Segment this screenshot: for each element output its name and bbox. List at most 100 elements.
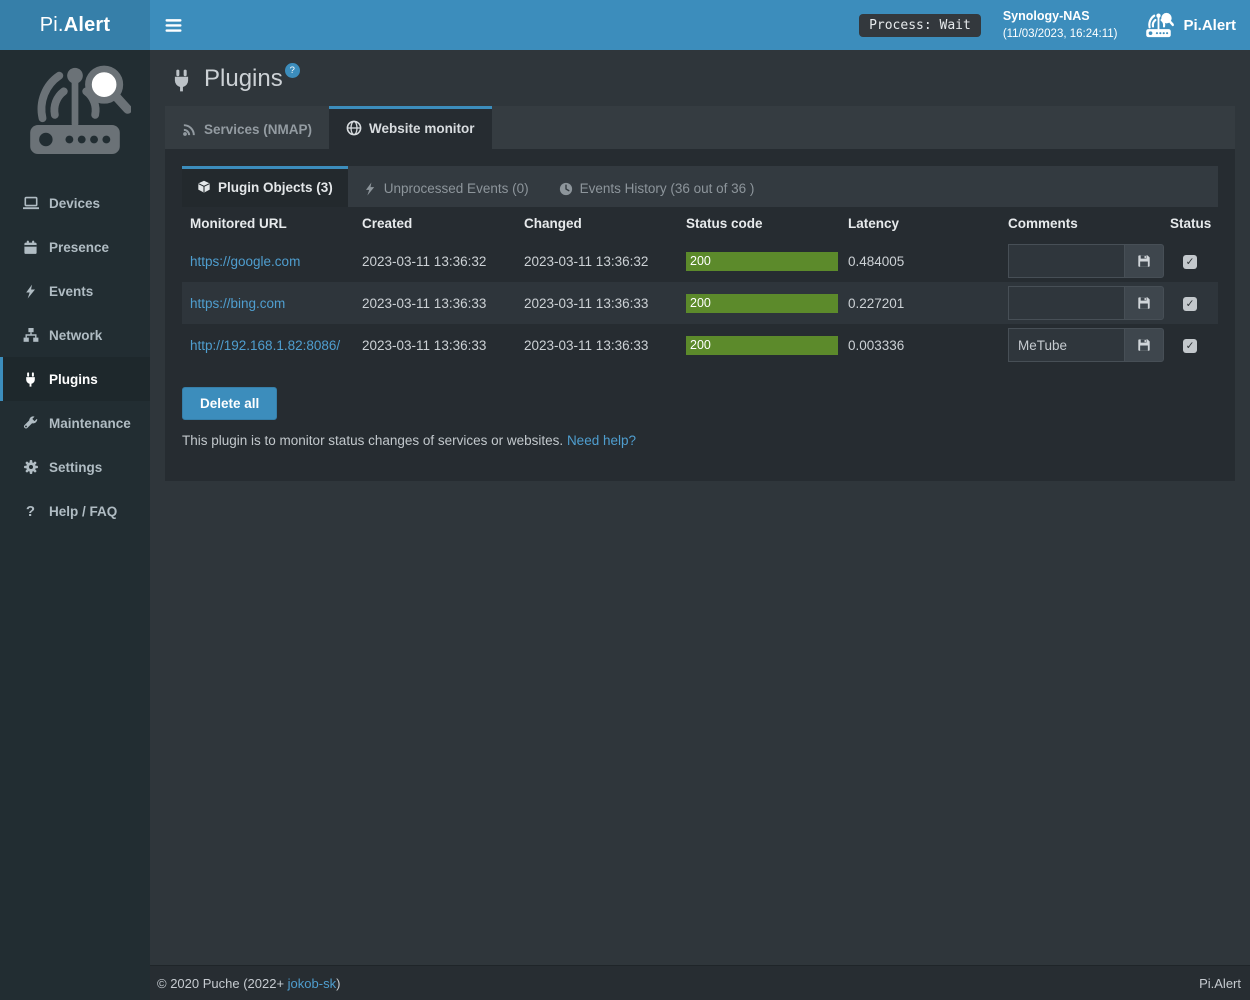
sidebar-item-label: Network xyxy=(49,328,102,343)
col-header-status: Status xyxy=(1162,207,1218,240)
help-badge[interactable]: ? xyxy=(285,63,300,78)
created-timestamp: 2023-03-11 13:36:32 xyxy=(354,240,516,282)
col-header-latency: Latency xyxy=(840,207,1000,240)
router-scan-logo-icon xyxy=(19,62,131,161)
status-checkbox[interactable] xyxy=(1183,255,1197,269)
save-comment-button[interactable] xyxy=(1124,328,1164,362)
sidebar: Devices Presence Events Network Plugins … xyxy=(0,50,150,1000)
col-header-changed: Changed xyxy=(516,207,678,240)
latency-value: 0.484005 xyxy=(840,240,1000,282)
sidebar-toggle-button[interactable] xyxy=(150,0,196,50)
plugin-description-text: This plugin is to monitor status changes… xyxy=(182,433,563,448)
website-monitor-panel: Plugin Objects (3) Unprocessed Events (0… xyxy=(165,149,1235,481)
status-checkbox[interactable] xyxy=(1183,297,1197,311)
copyright-prefix: © 2020 Puche (2022+ xyxy=(157,976,288,991)
sidebar-item-label: Devices xyxy=(49,196,100,211)
col-header-created: Created xyxy=(354,207,516,240)
need-help-link[interactable]: Need help? xyxy=(567,433,636,448)
process-status-badge: Process: Wait xyxy=(859,14,981,37)
bolt-icon xyxy=(363,182,377,196)
tab-website-monitor[interactable]: Website monitor xyxy=(329,106,492,149)
tab-services-nmap[interactable]: Services (NMAP) xyxy=(165,106,329,149)
sidebar-menu: Devices Presence Events Network Plugins … xyxy=(0,181,150,533)
comment-input[interactable] xyxy=(1008,286,1124,320)
sidebar-logo xyxy=(0,50,150,167)
comment-input[interactable] xyxy=(1008,244,1124,278)
brand-prefix: Pi. xyxy=(40,14,64,37)
changed-timestamp: 2023-03-11 13:36:33 xyxy=(516,324,678,366)
hamburger-icon xyxy=(165,18,182,33)
monitored-url-link[interactable]: https://google.com xyxy=(190,254,300,269)
table-row: https://google.com 2023-03-11 13:36:32 2… xyxy=(182,240,1218,282)
copyright-text: © 2020 Puche (2022+ jokob-sk) xyxy=(157,976,340,991)
jokob-sk-link[interactable]: jokob-sk xyxy=(288,976,336,991)
copyright-suffix: ) xyxy=(336,976,340,991)
sidebar-item-label: Plugins xyxy=(49,372,98,387)
plug-icon xyxy=(170,69,193,92)
sidebar-item-label: Presence xyxy=(49,240,109,255)
tab-plugin-objects[interactable]: Plugin Objects (3) xyxy=(182,166,348,207)
comment-input-group xyxy=(1008,244,1164,278)
sidebar-item-label: Maintenance xyxy=(49,416,131,431)
floppy-icon xyxy=(1137,296,1151,310)
sidebar-item-settings[interactable]: Settings xyxy=(0,445,150,489)
sidebar-item-devices[interactable]: Devices xyxy=(0,181,150,225)
plugin-tabs: Services (NMAP) Website monitor xyxy=(165,106,1235,149)
footer-app-name: Pi.Alert xyxy=(1199,976,1241,991)
save-comment-button[interactable] xyxy=(1124,286,1164,320)
sidebar-item-maintenance[interactable]: Maintenance xyxy=(0,401,150,445)
calendar-icon xyxy=(22,239,39,256)
status-checkbox[interactable] xyxy=(1183,339,1197,353)
comment-input-group xyxy=(1008,286,1164,320)
delete-all-button[interactable]: Delete all xyxy=(182,387,277,420)
floppy-icon xyxy=(1137,254,1151,268)
sidebar-item-presence[interactable]: Presence xyxy=(0,225,150,269)
created-timestamp: 2023-03-11 13:36:33 xyxy=(354,282,516,324)
floppy-icon xyxy=(1137,338,1151,352)
page-title: Plugins xyxy=(204,65,283,92)
table-row: https://bing.com 2023-03-11 13:36:33 202… xyxy=(182,282,1218,324)
status-code-bar: 200 xyxy=(686,252,838,271)
col-header-comments: Comments xyxy=(1000,207,1162,240)
monitored-url-link[interactable]: https://bing.com xyxy=(190,296,285,311)
save-comment-button[interactable] xyxy=(1124,244,1164,278)
sidebar-item-network[interactable]: Network xyxy=(0,313,150,357)
main-content: Plugins? Services (NMAP) Website monitor… xyxy=(150,50,1250,965)
comment-input-group xyxy=(1008,328,1164,362)
pialert-app: Pi.Alert Process: Wait Synology-NAS (11/… xyxy=(0,0,1250,1000)
sidebar-item-events[interactable]: Events xyxy=(0,269,150,313)
sitemap-icon xyxy=(22,327,39,344)
navbar-app-name: Pi.Alert xyxy=(1183,17,1236,34)
wrench-icon xyxy=(22,415,39,432)
navbar-app-identity: Pi.Alert xyxy=(1143,12,1250,39)
nmap-scan-icon xyxy=(182,122,197,137)
tab-label: Services (NMAP) xyxy=(204,122,312,137)
device-info: Synology-NAS (11/03/2023, 16:24:11) xyxy=(1003,8,1118,42)
monitored-url-link[interactable]: http://192.168.1.82:8086/ xyxy=(190,338,340,353)
table-row: http://192.168.1.82:8086/ 2023-03-11 13:… xyxy=(182,324,1218,366)
plugin-section-tabs: Plugin Objects (3) Unprocessed Events (0… xyxy=(182,166,1218,207)
device-name: Synology-NAS xyxy=(1003,8,1118,26)
navbar-main: Process: Wait Synology-NAS (11/03/2023, … xyxy=(150,0,1250,50)
sidebar-item-help-faq[interactable]: ? Help / FAQ xyxy=(0,489,150,533)
tab-label: Website monitor xyxy=(369,121,475,136)
created-timestamp: 2023-03-11 13:36:33 xyxy=(354,324,516,366)
brand-logo-link[interactable]: Pi.Alert xyxy=(0,0,150,50)
latency-value: 0.227201 xyxy=(840,282,1000,324)
brand-bold: Alert xyxy=(64,14,111,37)
latency-value: 0.003336 xyxy=(840,324,1000,366)
tab-label: Plugin Objects (3) xyxy=(218,180,333,195)
tab-events-history[interactable]: Events History (36 out of 36 ) xyxy=(544,166,770,207)
tab-label: Events History (36 out of 36 ) xyxy=(580,181,755,196)
comment-input[interactable] xyxy=(1008,328,1124,362)
plugin-description: This plugin is to monitor status changes… xyxy=(182,433,1218,448)
router-scan-icon xyxy=(1143,12,1174,39)
sidebar-item-plugins[interactable]: Plugins xyxy=(0,357,150,401)
status-code-bar: 200 xyxy=(686,336,838,355)
question-icon: ? xyxy=(22,503,39,520)
tab-unprocessed-events[interactable]: Unprocessed Events (0) xyxy=(348,166,544,207)
table-header-row: Monitored URL Created Changed Status cod… xyxy=(182,207,1218,240)
top-navbar: Pi.Alert Process: Wait Synology-NAS (11/… xyxy=(0,0,1250,50)
device-timestamp: (11/03/2023, 16:24:11) xyxy=(1003,26,1118,42)
col-header-monitored-url: Monitored URL xyxy=(182,207,354,240)
